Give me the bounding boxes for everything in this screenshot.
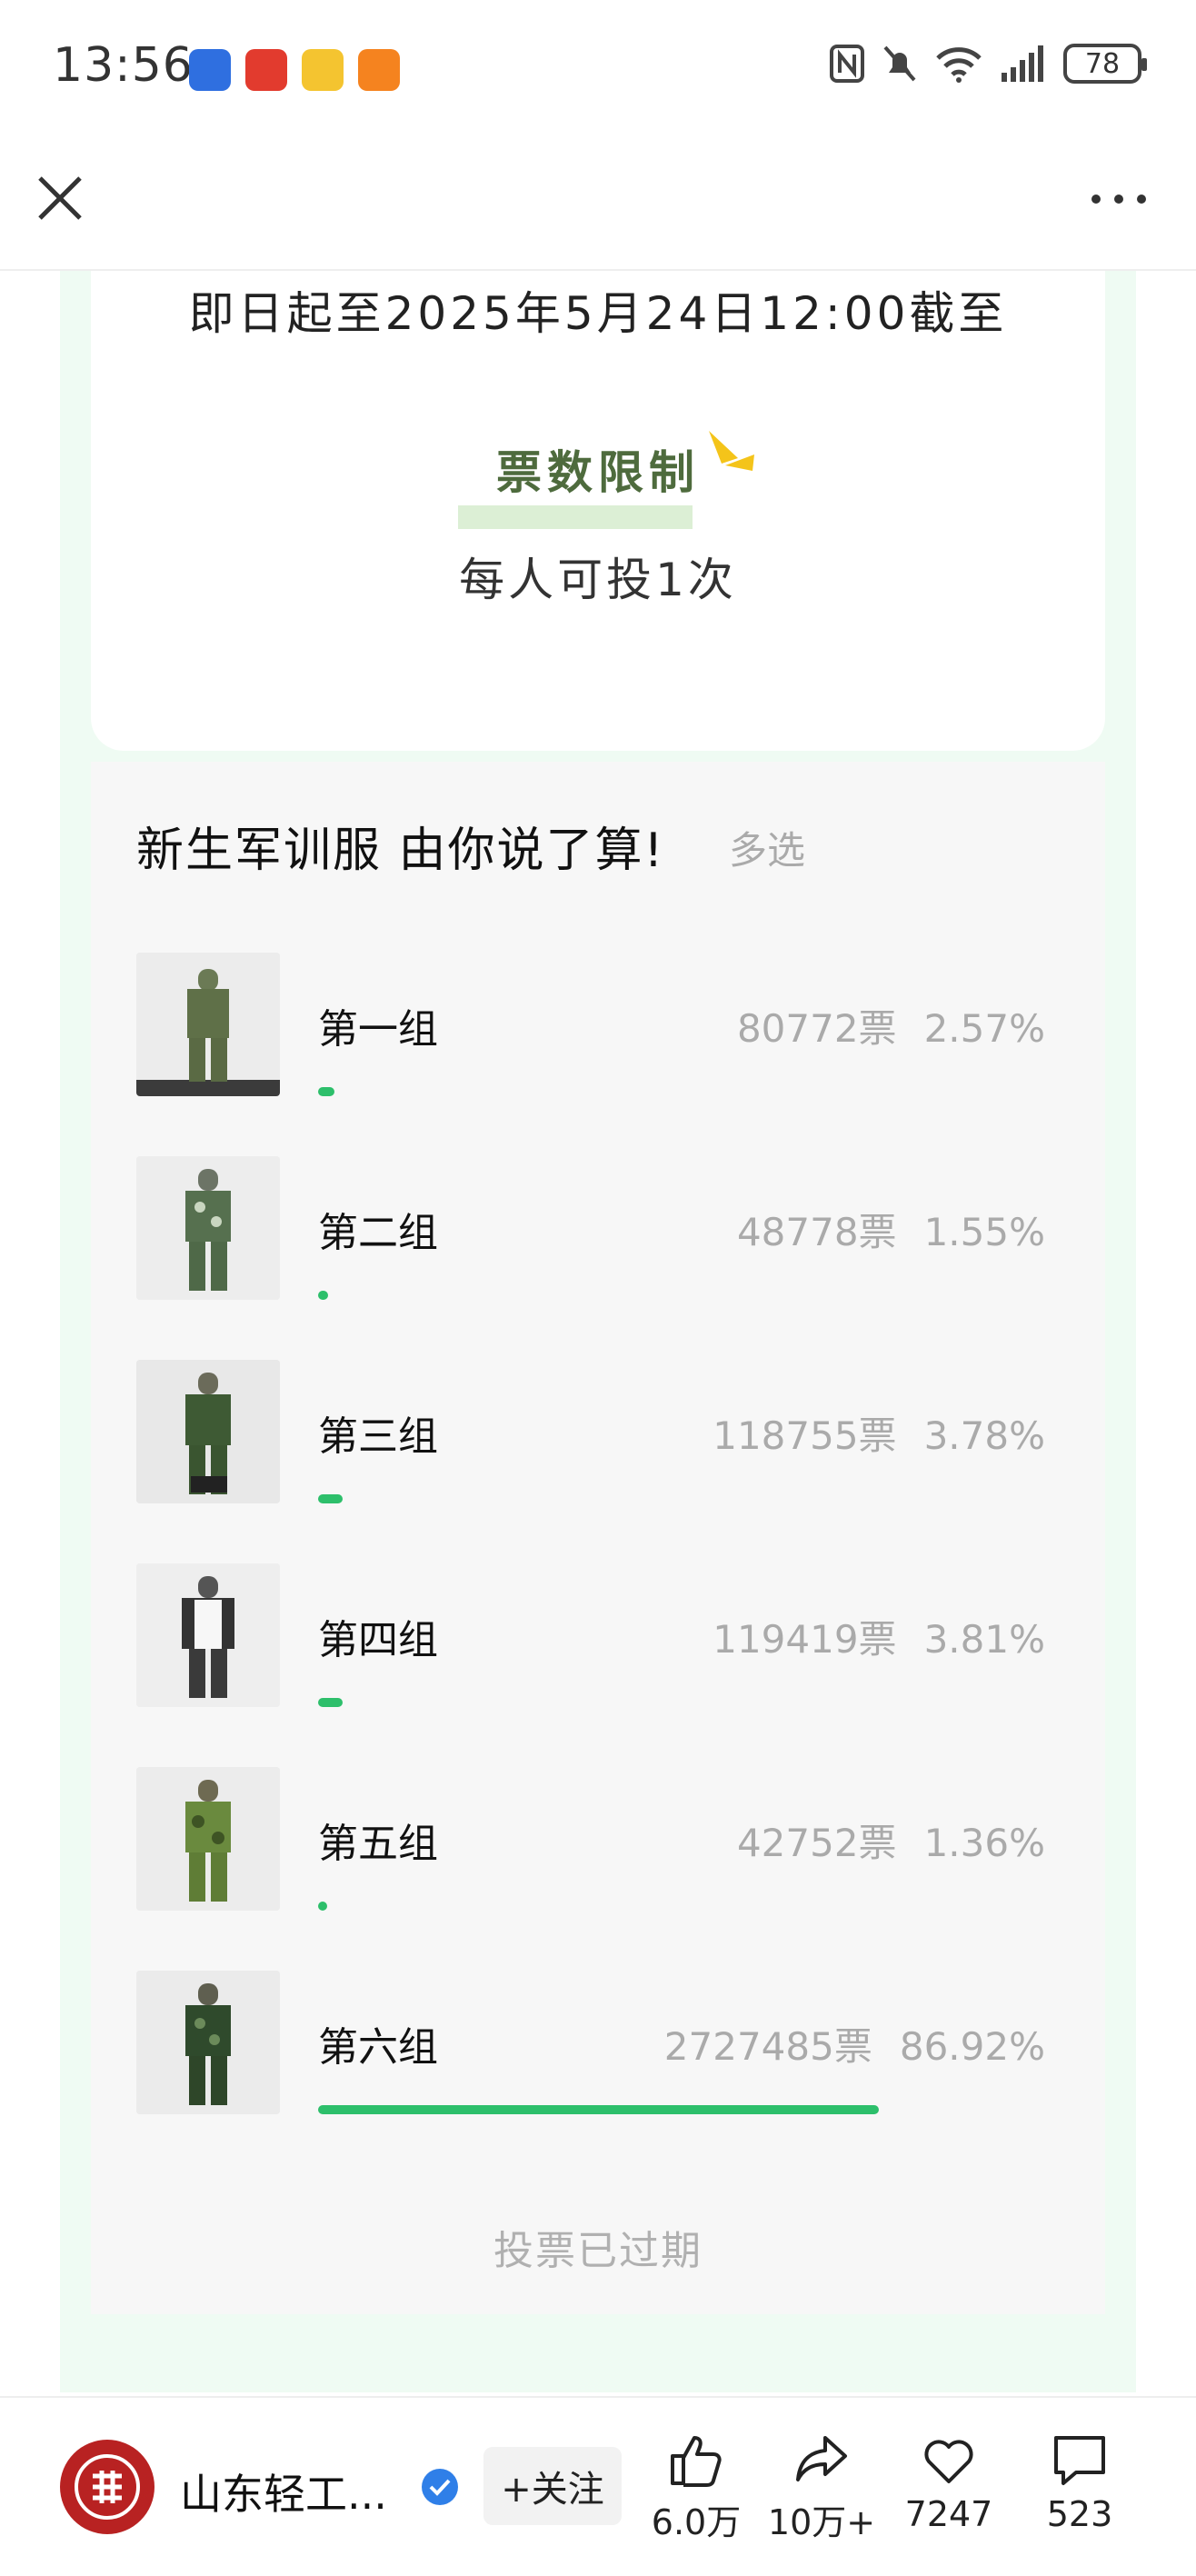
signal-icon [1002, 45, 1043, 82]
option-stats: 48778票 1.55% [737, 1202, 1045, 1257]
poll-option[interactable]: 第三组 118755票 3.78% [136, 1360, 1045, 1505]
option-stats: 42752票 1.36% [737, 1812, 1045, 1868]
like-count: 6.0万 [651, 2502, 742, 2542]
uniform-photo [136, 1971, 280, 2114]
vote-bar-track [318, 1494, 963, 1503]
vote-bar [318, 1087, 335, 1096]
heart-icon [924, 2440, 973, 2483]
vote-bar-track [318, 1087, 963, 1096]
mute-bell-icon [883, 45, 916, 82]
comment-count: 523 [1046, 2494, 1113, 2534]
vote-bar [318, 1698, 344, 1707]
verified-badge-icon [422, 2469, 458, 2505]
share-button[interactable]: 10万+ [767, 2431, 876, 2544]
vote-bar-track [318, 1902, 963, 1911]
app-notification-icon [245, 49, 287, 91]
thumbs-up-icon [671, 2436, 722, 2487]
more-options-icon[interactable] [1087, 176, 1151, 222]
bottom-action-bar: 山东轻工... +关注 6.0万 10万+ 7247 523 [0, 2396, 1196, 2576]
option-votes: 118755票 [713, 1413, 897, 1458]
option-label: 第三组 [318, 1413, 438, 1460]
poll-option[interactable]: 第二组 48778票 1.55% [136, 1156, 1045, 1302]
option-label: 第一组 [318, 1006, 438, 1053]
favorite-count: 7247 [904, 2494, 993, 2534]
option-votes: 2727485票 [663, 2024, 872, 2069]
app-notification-icon [358, 49, 400, 91]
vote-bar [318, 1902, 327, 1911]
poll-option[interactable]: 第五组 42752票 1.36% [136, 1767, 1045, 1912]
top-nav-bar [0, 136, 1196, 271]
like-button[interactable]: 6.0万 [642, 2431, 751, 2544]
comment-bubble-icon [1054, 2436, 1105, 2485]
wifi-icon [936, 47, 982, 83]
option-percent: 86.92% [899, 2024, 1045, 2069]
vote-bar-track [318, 2105, 963, 2114]
favorite-button[interactable]: 7247 [894, 2431, 1003, 2534]
poll-option[interactable]: 第六组 2727485票 86.92% [136, 1971, 1045, 2116]
poll-option[interactable]: 第一组 80772票 2.57% [136, 953, 1045, 1098]
option-votes: 48778票 [736, 1210, 897, 1254]
option-votes: 42752票 [736, 1821, 897, 1865]
option-label: 第四组 [318, 1617, 438, 1663]
share-count: 10万+ [767, 2502, 876, 2542]
nfc-icon [830, 45, 864, 83]
option-label: 第二组 [318, 1210, 438, 1256]
option-stats: 119419票 3.81% [713, 1609, 1045, 1664]
vote-bar [318, 2105, 880, 2114]
system-icons: 78 [829, 44, 1147, 84]
vote-bar-track [318, 1698, 963, 1707]
option-percent: 1.55% [923, 1210, 1045, 1254]
option-percent: 1.36% [923, 1821, 1045, 1865]
vote-bar-track [318, 1291, 963, 1300]
weibo-icon [302, 49, 344, 91]
option-percent: 2.57% [923, 1006, 1045, 1051]
limit-title: 票数限制 [496, 446, 700, 499]
vote-bar [318, 1494, 343, 1503]
account-avatar[interactable] [60, 2440, 154, 2534]
poll-deadline: 即日起至2025年5月24日12:00截至 [188, 287, 1008, 340]
option-votes: 80772票 [736, 1006, 897, 1051]
comment-button[interactable]: 523 [1025, 2431, 1134, 2534]
uniform-photo [136, 1767, 280, 1911]
notification-icons [189, 49, 400, 91]
close-icon[interactable] [33, 171, 87, 225]
uniform-photo [136, 953, 280, 1096]
poll-option[interactable]: 第四组 119419票 3.81% [136, 1563, 1045, 1709]
limit-text: 每人可投1次 [459, 554, 737, 606]
poll-title: 新生军训服 由你说了算! [136, 824, 665, 878]
status-time: 13:56 [53, 38, 194, 93]
option-stats: 80772票 2.57% [737, 998, 1045, 1053]
vote-expired-text: 投票已过期 [493, 2228, 703, 2274]
multi-select-tag: 多选 [729, 828, 806, 873]
battery-icon: 78 [1063, 44, 1147, 84]
option-percent: 3.81% [923, 1617, 1045, 1662]
option-label: 第五组 [318, 1821, 438, 1867]
status-bar: 13:56 78 [0, 0, 1196, 136]
uniform-photo [136, 1360, 280, 1503]
app-notification-icon [189, 49, 231, 91]
option-percent: 3.78% [923, 1413, 1045, 1458]
account-name[interactable]: 山东轻工... [180, 2461, 387, 2521]
vote-bar [318, 1291, 328, 1300]
option-stats: 2727485票 86.92% [664, 2016, 1045, 2072]
option-votes: 119419票 [713, 1617, 897, 1662]
sparkle-icon [709, 431, 754, 471]
option-stats: 118755票 3.78% [713, 1405, 1045, 1461]
uniform-photo [136, 1156, 280, 1300]
follow-button[interactable]: +关注 [483, 2447, 622, 2525]
uniform-photo [136, 1563, 280, 1707]
option-label: 第六组 [318, 2024, 438, 2071]
limit-title-underline [458, 505, 693, 529]
share-arrow-icon [796, 2436, 847, 2481]
